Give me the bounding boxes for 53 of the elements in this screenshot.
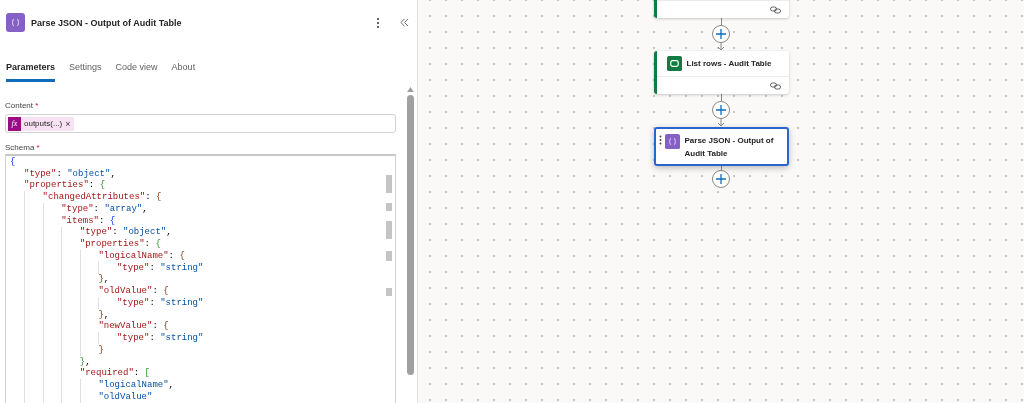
code-line: }, [98, 309, 110, 320]
field-label: Schema [5, 143, 35, 152]
parse-json-icon [6, 13, 25, 32]
add-step-button[interactable] [712, 170, 730, 188]
action-title: List rows - Audit Table [686, 58, 772, 70]
code-line: "required": [ [79, 368, 150, 379]
code-line: "type": "object", [79, 227, 172, 238]
scroll-up-arrow-icon[interactable] [406, 87, 414, 92]
code-line: } [98, 344, 104, 355]
code-line: { [10, 156, 16, 167]
required-mark: * [36, 143, 40, 152]
parse-json-icon [664, 134, 680, 149]
code-line: "oldValue" [98, 391, 153, 402]
content-field[interactable]: fx outputs(...) × [5, 114, 396, 133]
code-line: "newValue": { [98, 321, 169, 332]
code-line: "items": { [61, 215, 116, 226]
required-mark: * [35, 101, 39, 110]
more-options-icon[interactable] [376, 16, 380, 29]
code-line: }, [79, 356, 91, 367]
plus-icon [716, 29, 726, 39]
action-card[interactable]: Parse JSON - Output of Audit Table [653, 127, 789, 166]
code-line: "logicalName": { [98, 250, 185, 261]
expression-token[interactable]: fx outputs(...) × [8, 116, 74, 131]
plus-icon [716, 105, 726, 115]
code-line: }, [98, 274, 110, 285]
code-line: "changedAttributes": { [42, 192, 162, 203]
code-line: "logicalName", [98, 380, 174, 391]
code-line: "type": "array", [61, 203, 148, 214]
scrollbar-thumb[interactable] [406, 95, 414, 375]
code-line: "type": "string" [116, 333, 204, 344]
code-line: "type": "string" [116, 297, 204, 308]
code-line: "properties": { [79, 239, 161, 250]
tab[interactable]: About [171, 62, 196, 82]
connector-arrow [717, 119, 725, 127]
connector-arrow [717, 43, 725, 51]
drag-handle-icon[interactable] [658, 135, 662, 145]
code-line: "type": "object", [24, 168, 116, 179]
panel-title: Parse JSON - Output of Audit Table [31, 17, 183, 28]
tab[interactable]: Code view [115, 62, 158, 82]
action-title: Parse JSON - Output of Audit Table [684, 135, 775, 160]
add-step-button[interactable] [712, 101, 730, 119]
add-step-button[interactable] [712, 25, 730, 43]
plus-icon [716, 174, 726, 184]
tab[interactable]: Settings [69, 62, 102, 82]
action-card[interactable]: List rows - Audit Table [653, 51, 789, 94]
remove-token-button[interactable]: × [65, 118, 71, 129]
tab[interactable]: Parameters [6, 62, 56, 82]
table-icon [666, 56, 682, 71]
code-line: "properties": { [24, 180, 106, 191]
code-line: "type": "string" [116, 262, 204, 273]
collapse-icon[interactable] [400, 18, 409, 27]
field-label: Content [5, 101, 34, 110]
code-line: "oldValue": { [98, 286, 169, 297]
